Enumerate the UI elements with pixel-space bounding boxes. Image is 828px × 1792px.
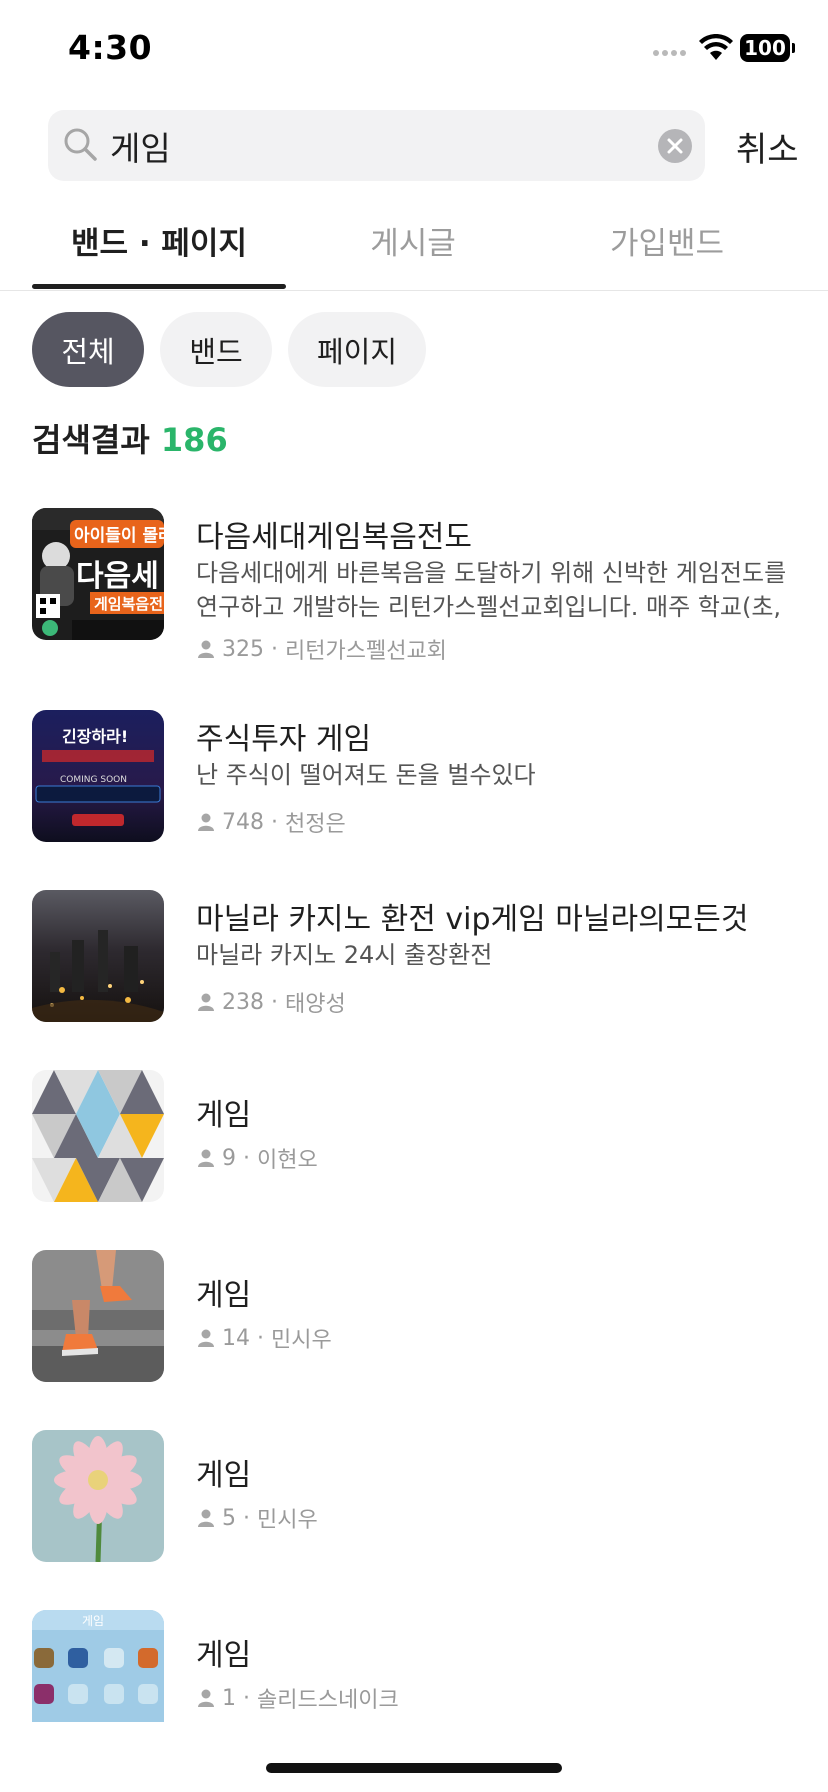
- cancel-button[interactable]: 취소: [736, 122, 799, 171]
- result-header: 검색결과 186: [32, 415, 228, 461]
- band-thumbnail: 아이들이 몰려 다음세 게임복음전: [32, 508, 164, 640]
- search-input[interactable]: [110, 118, 650, 173]
- band-title: 게임: [196, 1638, 252, 1673]
- thumb-caption: 다음세: [76, 559, 159, 594]
- search-bar[interactable]: [48, 110, 705, 181]
- person-icon: [198, 640, 214, 658]
- member-count: 14: [222, 1325, 250, 1351]
- meta-separator: ·: [243, 1685, 250, 1711]
- meta-separator: ·: [257, 1325, 264, 1351]
- person-icon: [198, 1149, 214, 1167]
- filter-chip-band[interactable]: 밴드: [160, 312, 272, 387]
- wifi-icon: [699, 34, 733, 60]
- filter-chip-all[interactable]: 전체: [32, 312, 144, 387]
- clear-search-button[interactable]: [658, 129, 692, 163]
- status-bar: 4:30 100: [0, 0, 828, 100]
- member-count: 1: [222, 1685, 236, 1711]
- battery-cap: [792, 43, 795, 53]
- battery-indicator: 100: [740, 34, 790, 62]
- band-description: 마닐라 카지노 24시 출장환전: [196, 941, 493, 969]
- person-icon: [198, 993, 214, 1011]
- cellular-signal-icon: [653, 50, 686, 56]
- thumb-caption: 긴장하라!: [62, 727, 128, 746]
- person-icon: [198, 1509, 214, 1527]
- tab-band-page[interactable]: 밴드 · 페이지: [32, 190, 286, 290]
- band-meta: 238 · 태양성: [196, 986, 346, 1018]
- result-item[interactable]: 긴장하라! COMING SOON 주식투자 게임 난 주식이 떨어져도 돈을 …: [0, 702, 828, 862]
- band-thumbnail: [32, 1250, 164, 1382]
- band-leader: 이현오: [257, 1148, 318, 1173]
- member-count: 9: [222, 1145, 236, 1171]
- meta-separator: ·: [271, 989, 278, 1015]
- band-description: 난 주식이 떨어져도 돈을 벌수있다: [196, 761, 536, 789]
- thumb-caption: 게임: [82, 1614, 104, 1628]
- result-item[interactable]: 게임 5 · 민시우: [0, 1422, 828, 1582]
- result-item[interactable]: 게임 9 · 이현오: [0, 1062, 828, 1222]
- meta-separator: ·: [271, 636, 278, 662]
- tab-joined-bands[interactable]: 가입밴드: [540, 190, 794, 290]
- result-item[interactable]: 게임 14 · 민시우: [0, 1242, 828, 1402]
- band-leader: 리턴가스펠선교회: [285, 639, 447, 664]
- thumb-caption: COMING SOON: [60, 775, 127, 785]
- band-thumbnail: [32, 890, 164, 1022]
- band-meta: 5 · 민시우: [196, 1502, 318, 1534]
- home-indicator[interactable]: [266, 1763, 562, 1773]
- result-item[interactable]: 아이들이 몰려 다음세 게임복음전 다음세대게임복음전도 다음세대에게 바른복음…: [0, 500, 828, 664]
- meta-separator: ·: [271, 809, 278, 835]
- active-tab-indicator: [32, 284, 286, 289]
- filter-chip-page[interactable]: 페이지: [288, 312, 426, 387]
- member-count: 325: [222, 636, 264, 662]
- meta-separator: ·: [243, 1145, 250, 1171]
- band-title: 게임: [196, 1098, 252, 1133]
- thumb-caption: 게임복음전: [94, 595, 163, 613]
- band-thumbnail: 긴장하라! COMING SOON: [32, 710, 164, 842]
- member-count: 748: [222, 809, 264, 835]
- band-description: 다음세대에게 바른복음을 도달하기 위해 신박한 게임전도를 연구하고 개발하는…: [196, 559, 787, 621]
- band-leader: 천정은: [285, 812, 346, 837]
- tab-bar: 밴드 · 페이지 게시글 가입밴드: [0, 190, 828, 291]
- band-meta: 9 · 이현오: [196, 1142, 318, 1174]
- person-icon: [198, 1689, 214, 1707]
- band-thumbnail: [32, 1430, 164, 1562]
- result-item[interactable]: 마닐라 카지노 환전 vip게임 마닐라의모든것 마닐라 카지노 24시 출장환…: [0, 882, 828, 1042]
- status-time: 4:30: [68, 28, 153, 67]
- band-leader: 민시우: [271, 1328, 332, 1353]
- person-icon: [198, 1329, 214, 1347]
- member-count: 5: [222, 1505, 236, 1531]
- band-meta: 14 · 민시우: [196, 1322, 332, 1354]
- person-icon: [198, 813, 214, 831]
- thumb-caption: 아이들이 몰려: [74, 526, 164, 546]
- band-meta: 325 · 리턴가스펠선교회: [196, 633, 447, 665]
- band-thumbnail: [32, 1070, 164, 1202]
- band-title: 게임: [196, 1278, 252, 1313]
- band-leader: 태양성: [285, 992, 346, 1017]
- band-thumbnail: 게임: [32, 1610, 164, 1722]
- band-title: 게임: [196, 1458, 252, 1493]
- band-meta: 748 · 천정은: [196, 806, 346, 838]
- result-count: 186: [160, 421, 228, 459]
- battery-level: 100: [744, 36, 786, 60]
- band-leader: 민시우: [257, 1508, 318, 1533]
- band-leader: 솔리드스네이크: [257, 1688, 399, 1713]
- member-count: 238: [222, 989, 264, 1015]
- result-item[interactable]: 게임 게임 1 · 솔리드스네이크: [0, 1602, 828, 1722]
- band-meta: 1 · 솔리드스네이크: [196, 1682, 399, 1714]
- band-title: 주식투자 게임: [196, 722, 372, 757]
- tab-posts[interactable]: 게시글: [286, 190, 540, 290]
- close-icon: [667, 138, 683, 154]
- band-title: 마닐라 카지노 환전 vip게임 마닐라의모든것: [196, 902, 749, 937]
- result-header-label: 검색결과: [32, 421, 150, 459]
- band-title: 다음세대게임복음전도: [196, 520, 472, 555]
- search-icon: [64, 128, 97, 161]
- meta-separator: ·: [243, 1505, 250, 1531]
